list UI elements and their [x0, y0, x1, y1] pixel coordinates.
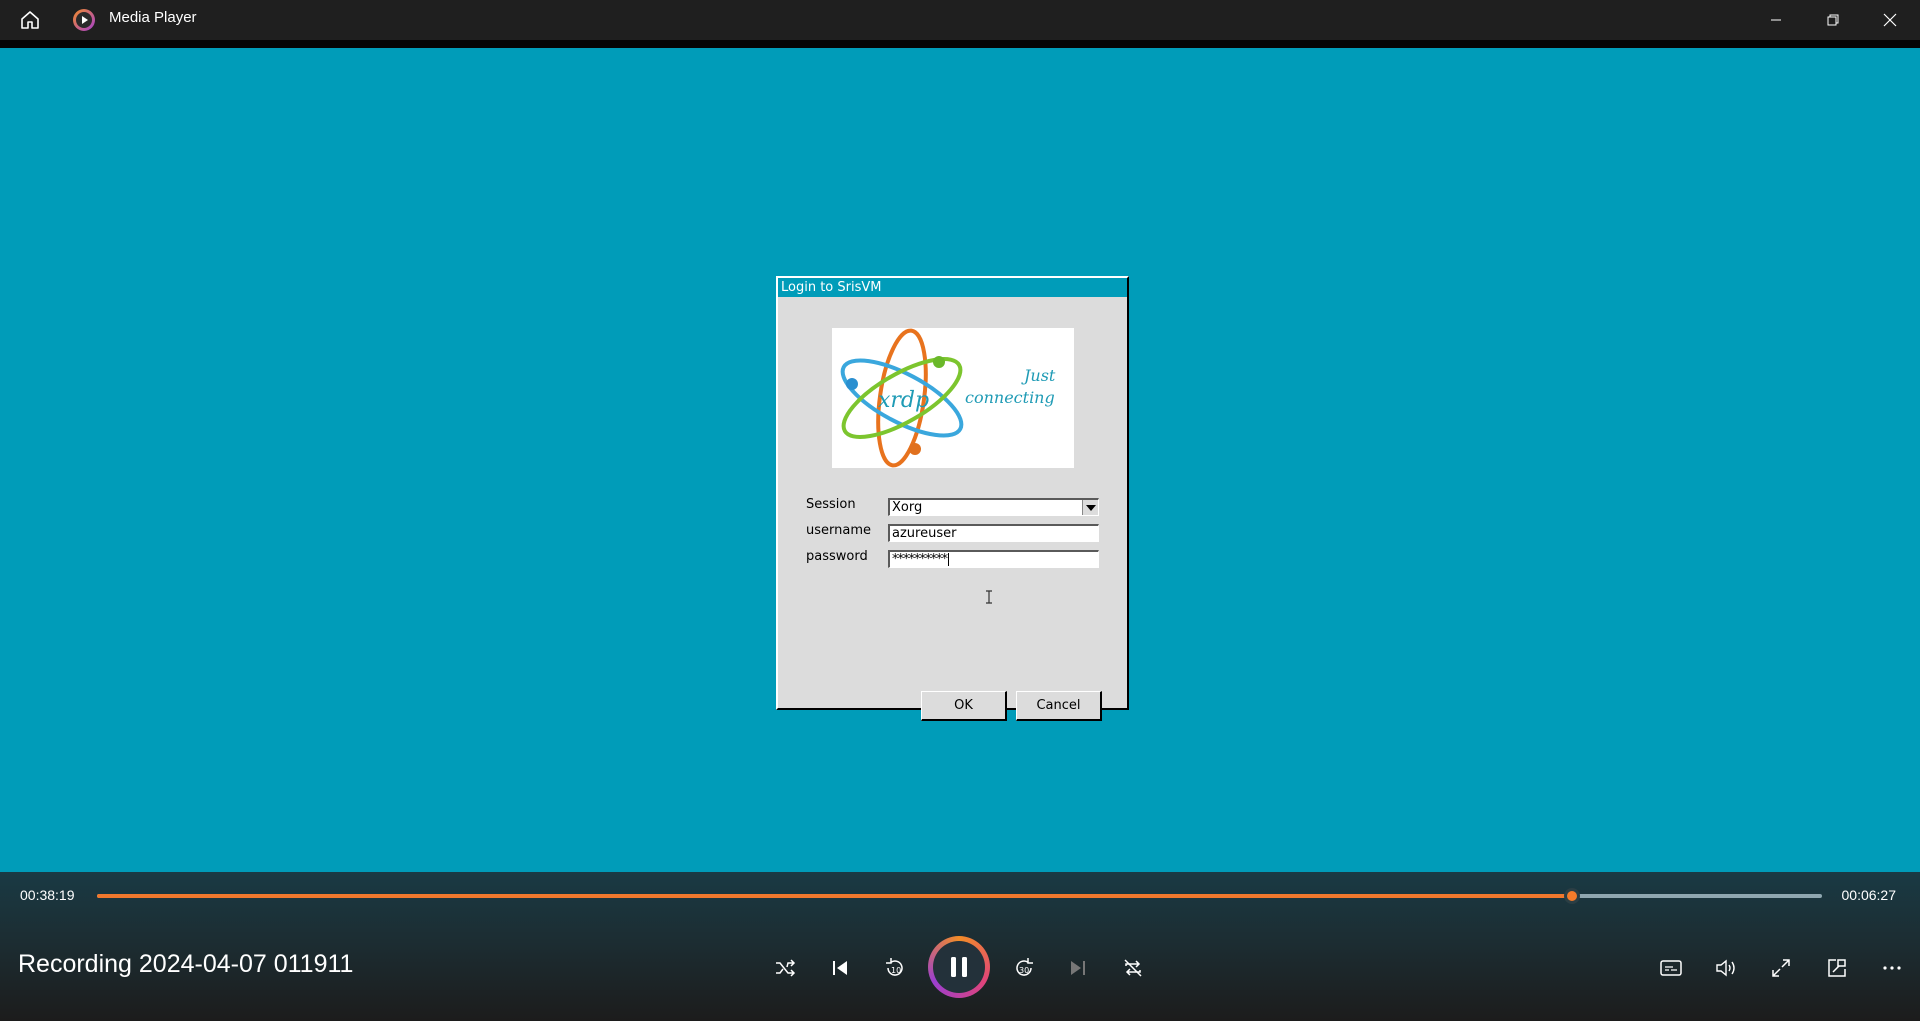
session-label: Session: [806, 497, 856, 512]
password-field[interactable]: **********: [888, 550, 1099, 568]
xrdp-login-dialog: Login to SrisVM xrdp Just connecting Ses…: [776, 276, 1129, 721]
rewind-10-icon: 10: [886, 958, 903, 976]
seek-bar-progress: [97, 894, 1572, 898]
fullscreen-button[interactable]: [1761, 948, 1801, 988]
volume-button[interactable]: [1706, 948, 1746, 988]
dialog-title: Login to SrisVM: [778, 278, 1127, 297]
logo-word: xrdp: [878, 388, 930, 413]
remaining-time: 00:06:27: [1841, 887, 1897, 903]
next-button[interactable]: [1058, 948, 1098, 988]
username-value: azureuser: [892, 526, 957, 541]
elapsed-time: 00:38:19: [20, 887, 75, 903]
forward-30-icon: 30: [1016, 958, 1033, 976]
media-title: Recording 2024-04-07 011911: [18, 950, 354, 978]
username-label: username: [806, 523, 871, 538]
text-caret: [948, 553, 949, 566]
password-value: **********: [892, 552, 948, 567]
close-button[interactable]: [1862, 0, 1918, 40]
logo-tagline-2: connecting: [965, 388, 1055, 407]
xrdp-logo: xrdp Just connecting: [832, 328, 1074, 468]
repeat-button[interactable]: [1113, 948, 1153, 988]
title-bar: Media Player: [0, 0, 1920, 40]
home-icon[interactable]: [18, 8, 42, 32]
ibeam-cursor-icon: [985, 589, 993, 608]
previous-icon: [833, 961, 847, 975]
fullscreen-icon: [1772, 959, 1790, 977]
session-select[interactable]: Xorg: [888, 498, 1099, 516]
seek-bar-thumb[interactable]: [1563, 888, 1580, 904]
shuffle-button[interactable]: [765, 948, 805, 988]
media-player-logo-icon: [72, 8, 96, 32]
close-icon: [1883, 13, 1897, 27]
pause-button[interactable]: [928, 936, 990, 998]
mini-player-button[interactable]: [1817, 948, 1857, 988]
username-field[interactable]: azureuser: [888, 524, 1099, 542]
pause-icon: [951, 957, 967, 977]
restore-button[interactable]: [1805, 0, 1861, 40]
session-value: Xorg: [892, 500, 923, 515]
restore-icon: [1827, 14, 1839, 26]
app-title: Media Player: [109, 9, 197, 26]
playback-controls: 00:38:19 00:06:27 Recording 2024-04-07 0…: [0, 872, 1920, 1021]
cancel-button[interactable]: Cancel: [1016, 691, 1102, 721]
minimize-icon: [1771, 19, 1781, 21]
password-label: password: [806, 549, 868, 564]
repeat-off-icon: [1124, 959, 1142, 977]
video-frame[interactable]: Login to SrisVM xrdp Just connecting Ses…: [0, 40, 1920, 872]
previous-button[interactable]: [820, 948, 860, 988]
mini-player-icon: [1828, 959, 1846, 977]
shuffle-icon: [776, 959, 796, 977]
volume-icon: [1716, 959, 1735, 977]
svg-text:10: 10: [891, 966, 901, 975]
logo-tagline-1: Just: [1024, 366, 1056, 385]
minimize-button[interactable]: [1748, 0, 1804, 40]
skip-forward-30-button[interactable]: 30: [1004, 948, 1044, 988]
captions-icon: [1660, 960, 1682, 976]
skip-back-10-button[interactable]: 10: [875, 948, 915, 988]
ok-button[interactable]: OK: [921, 691, 1007, 721]
more-options-icon: [1883, 966, 1901, 970]
chevron-down-icon[interactable]: [1082, 500, 1098, 515]
more-options-button[interactable]: [1872, 948, 1912, 988]
captions-button[interactable]: [1651, 948, 1691, 988]
next-icon: [1071, 961, 1085, 975]
svg-text:30: 30: [1019, 966, 1029, 975]
seek-bar[interactable]: [97, 888, 1822, 904]
